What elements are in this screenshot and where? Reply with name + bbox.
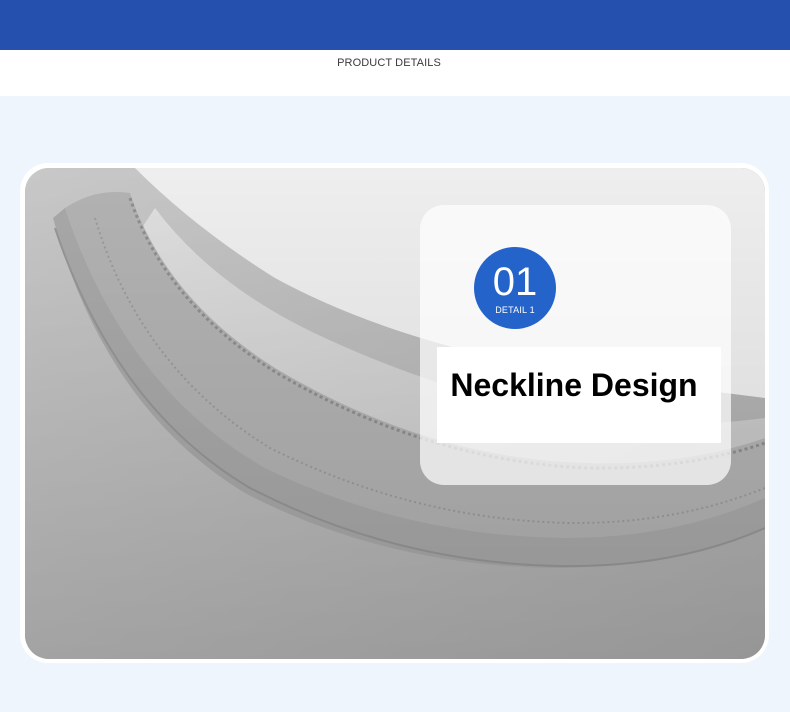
detail-number: 01 xyxy=(492,260,538,304)
section-title: PRODUCT DETAILS xyxy=(337,57,441,69)
detail-badge: 01 DETAIL 1 xyxy=(474,247,556,329)
top-banner xyxy=(0,0,790,50)
detail-title-box: Neckline Design xyxy=(437,347,721,443)
detail-title: Neckline Design xyxy=(450,367,698,403)
detail-label: DETAIL 1 xyxy=(495,305,535,315)
detail-card xyxy=(420,205,731,485)
